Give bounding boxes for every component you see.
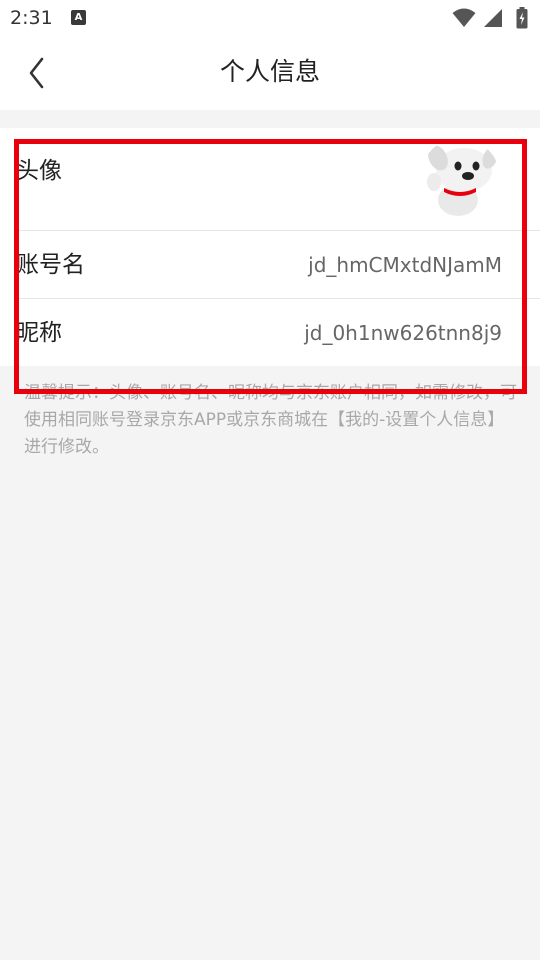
- tip-text: 温馨提示：头像、账号名、昵称均与京东账户相同，如需修改，可使用相同账号登录京东A…: [24, 383, 517, 457]
- nickname-value: jd_0h1nw626tnn8j9: [304, 321, 502, 345]
- cellular-signal-icon: [484, 9, 502, 27]
- wifi-icon: [452, 8, 476, 27]
- notification-a-icon: A: [71, 10, 86, 25]
- nav-header: 个人信息: [0, 36, 540, 110]
- account-name-value: jd_hmCMxtdNJamM: [308, 253, 502, 277]
- account-name-label: 账号名: [16, 252, 85, 278]
- jd-joy-mascot-image: [420, 138, 500, 218]
- battery-charging-icon: [516, 7, 528, 29]
- nickname-label: 昵称: [16, 320, 62, 346]
- page-title: 个人信息: [219, 57, 320, 86]
- personal-info-screen: 2:31 A 个人信息 头像 账号名 jd_hmCMxtdNJamM 昵称 jd…: [0, 0, 540, 960]
- status-bar: 2:31 A: [0, 0, 540, 36]
- status-time: 2:31: [10, 7, 53, 29]
- nickname-row[interactable]: 昵称 jd_0h1nw626tnn8j9: [0, 298, 540, 366]
- avatar-row[interactable]: 头像: [0, 128, 540, 230]
- profile-info-list: 头像 账号名 jd_hmCMxtdNJamM 昵称 jd_0h1nw626tnn…: [0, 128, 540, 366]
- avatar-label: 头像: [16, 158, 62, 184]
- avatar[interactable]: [420, 138, 500, 218]
- account-name-row: 账号名 jd_hmCMxtdNJamM: [0, 230, 540, 298]
